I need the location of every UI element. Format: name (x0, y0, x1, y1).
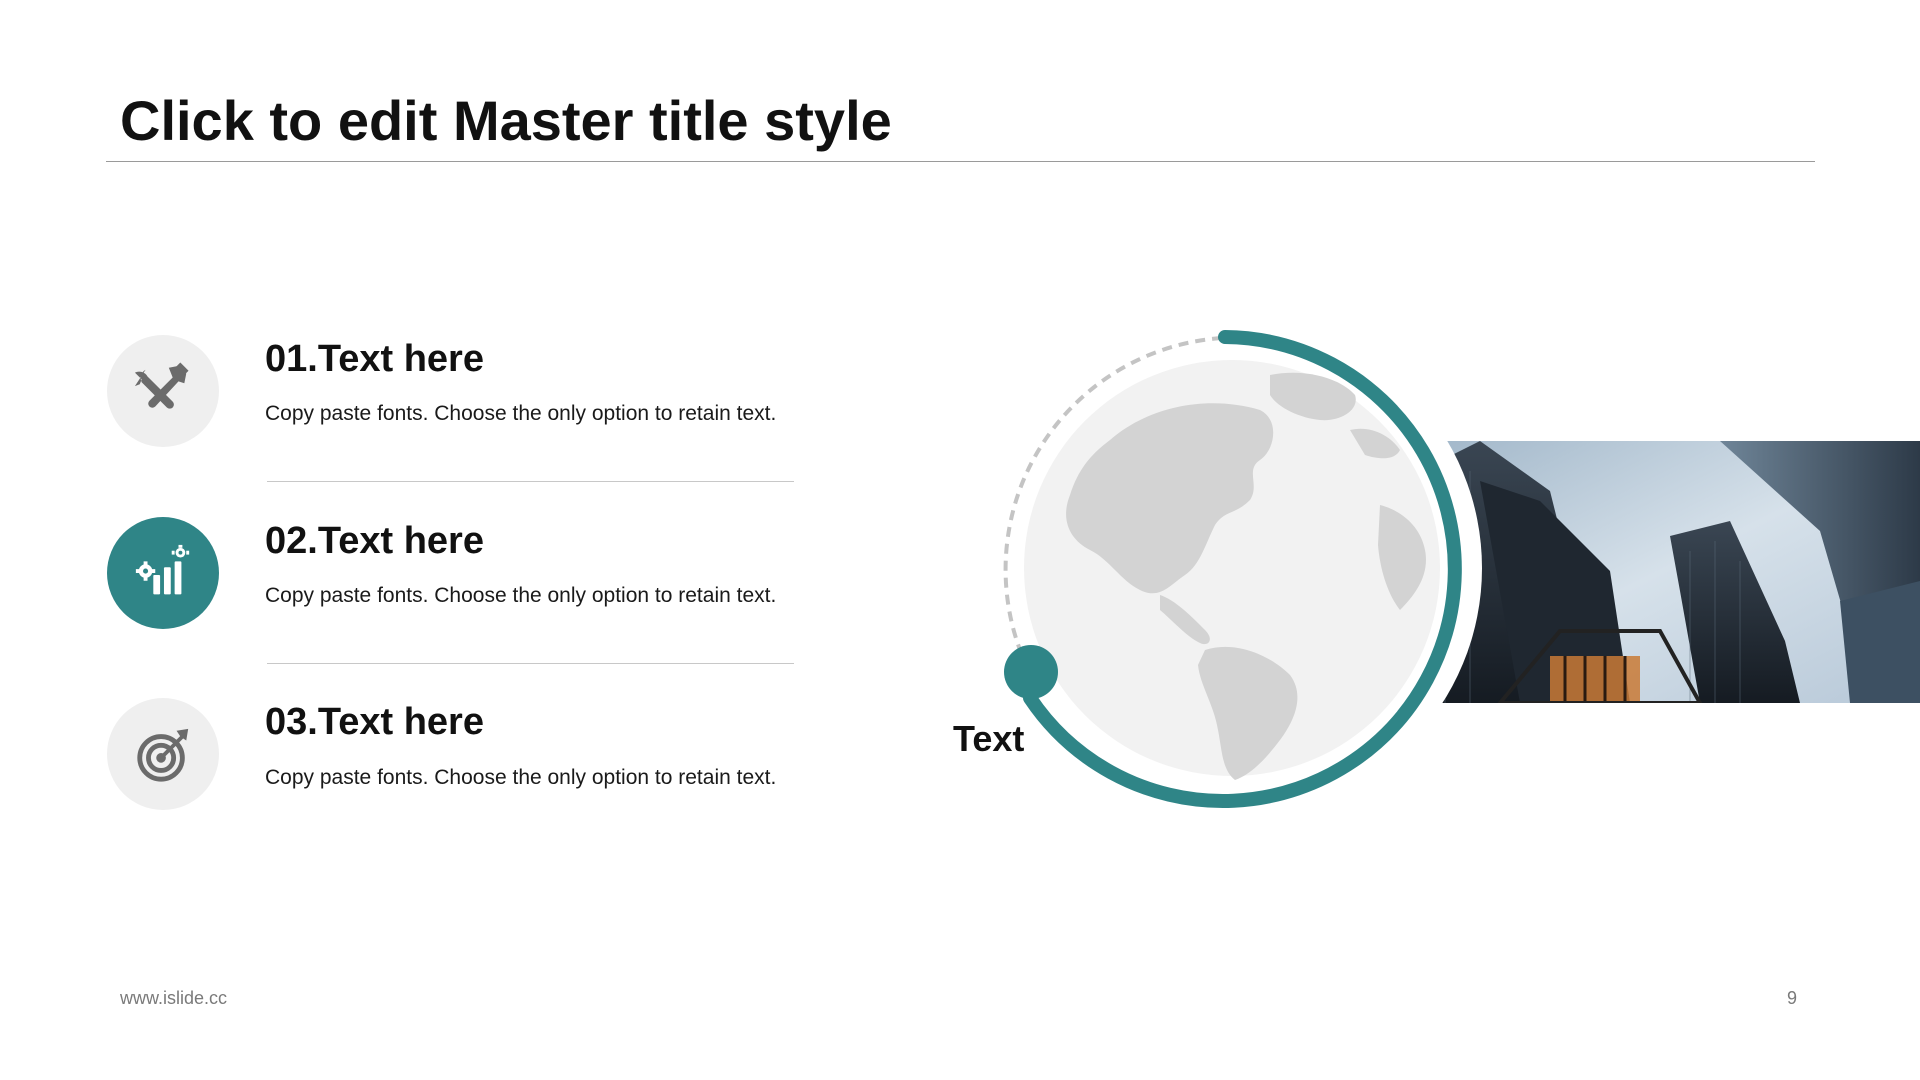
page-number: 9 (1787, 988, 1798, 1008)
globe-ring-graphic (982, 318, 1482, 818)
gear-chart-icon (135, 544, 190, 595)
item-1-icon-circle (107, 335, 219, 447)
tools-icon (134, 362, 189, 409)
item-2-description: Copy paste fonts. Choose the only option… (265, 584, 777, 607)
item-3-icon-circle (107, 698, 219, 810)
progress-knob[interactable] (1004, 645, 1058, 699)
item-2-icon-circle (107, 517, 219, 629)
item-1-title: 01.Text here (265, 338, 484, 380)
item-3-description: Copy paste fonts. Choose the only option… (265, 766, 777, 789)
item-2-title: 02.Text here (265, 520, 484, 562)
title-divider (106, 161, 1815, 162)
footer-website: www.islide.cc (120, 988, 228, 1008)
slide-title[interactable]: Click to edit Master title style (120, 88, 892, 153)
item-divider-1 (267, 481, 794, 482)
globe-visual (960, 310, 1920, 830)
item-3-title: 03.Text here (265, 701, 484, 743)
target-icon (137, 728, 189, 782)
slide: Click to edit Master title style 01.Text… (0, 0, 1920, 1080)
visual-label: Text (953, 718, 1025, 759)
item-divider-2 (267, 663, 794, 664)
item-1-description: Copy paste fonts. Choose the only option… (265, 402, 777, 425)
